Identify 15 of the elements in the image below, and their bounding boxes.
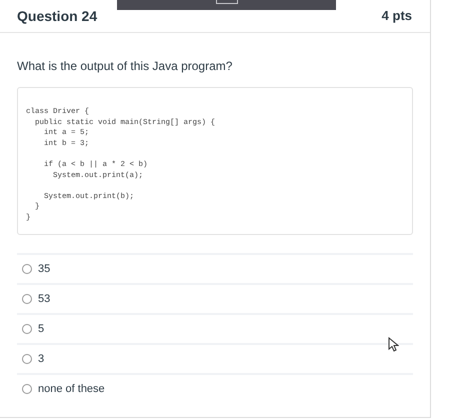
question-title: Question 24 <box>17 6 98 26</box>
answer-label: 3 <box>38 352 44 367</box>
answer-label: none of these <box>38 382 105 397</box>
question-prompt: What is the output of this Java program? <box>17 58 234 75</box>
frame-icon <box>216 0 238 4</box>
answer-label: 5 <box>38 322 44 337</box>
radio-button[interactable] <box>22 354 32 364</box>
radio-button[interactable] <box>22 264 32 274</box>
radio-button[interactable] <box>22 294 32 304</box>
answer-label: 35 <box>38 262 50 277</box>
mouse-pointer-icon <box>388 337 399 352</box>
points-label: 4 pts <box>382 7 412 26</box>
radio-button[interactable] <box>22 384 32 394</box>
radio-button[interactable] <box>22 324 32 334</box>
answer-label: 53 <box>38 292 50 307</box>
